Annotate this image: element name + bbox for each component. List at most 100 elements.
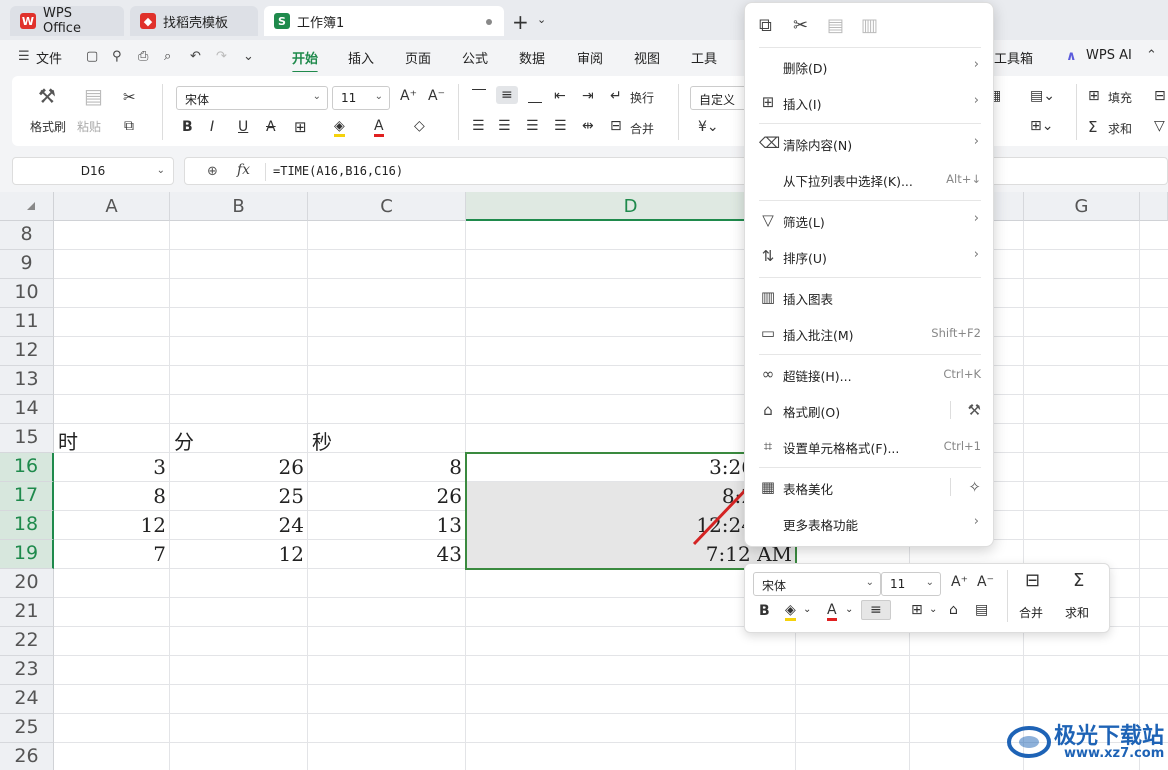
magic-wand-icon[interactable]: ✧ (968, 478, 981, 496)
save-icon[interactable]: ▢ (86, 49, 98, 64)
menu-home[interactable]: 开始 (292, 48, 319, 74)
row-header[interactable]: 25 (0, 714, 54, 743)
formula-input[interactable]: ⊕ fx =TIME(A16,B16,C16) (184, 157, 1168, 185)
sum-label[interactable]: 求和 (1108, 120, 1132, 137)
menu-page[interactable]: 页面 (405, 48, 431, 67)
menu-file[interactable]: 文件 (36, 48, 62, 67)
align-right-icon[interactable]: ☰ (526, 118, 539, 134)
row-header[interactable]: 21 (0, 598, 54, 627)
row-header-selected[interactable]: 19 (0, 540, 54, 569)
filter-icon[interactable]: ▽ (1154, 118, 1165, 134)
cell-c16[interactable]: 8 (308, 453, 466, 482)
align-center-icon[interactable]: ☰ (498, 118, 511, 134)
row-header[interactable]: 9 (0, 250, 54, 279)
row-header[interactable]: 11 (0, 308, 54, 337)
paste-special-icon[interactable]: ▥ (861, 15, 878, 36)
menu-item-format-cells[interactable]: ⌗ 设置单元格格式(F)... Ctrl+1 (745, 429, 995, 463)
copy-icon[interactable]: ⧉ (124, 118, 134, 134)
cell-c15[interactable]: 秒 (308, 424, 466, 454)
clear-format-icon[interactable]: ◇ (414, 118, 425, 134)
distributed-icon[interactable]: ⇹ (582, 118, 594, 134)
tab-docer-templates[interactable]: ◆ 找稻壳模板 (130, 6, 258, 36)
font-color-icon[interactable]: A (374, 118, 384, 137)
zoom-icon[interactable]: ⊕ (207, 164, 218, 179)
cell-c19[interactable]: 43 (308, 540, 466, 569)
row-header[interactable]: 20 (0, 569, 54, 598)
cell-a15[interactable]: 时 (54, 424, 170, 454)
wrap-label[interactable]: 换行 (630, 89, 654, 106)
font-name-select[interactable]: 宋体 ⌄ (176, 86, 328, 110)
row-header[interactable]: 10 (0, 279, 54, 308)
print-preview-icon[interactable]: ⌕ (164, 49, 171, 64)
cell-b15[interactable]: 分 (170, 424, 308, 454)
paste-icon[interactable]: ▤ (827, 15, 844, 36)
menu-item-insert[interactable]: ⊞ 插入(I) › (745, 85, 995, 119)
menu-item-delete[interactable]: 删除(D) › (745, 49, 995, 83)
align-bottom-icon[interactable]: ⎽ (528, 88, 542, 104)
decrease-font-icon[interactable]: A⁻ (428, 88, 445, 104)
row-header-selected[interactable]: 16 (0, 453, 54, 482)
bold-icon[interactable]: B (182, 119, 193, 135)
paste-icon[interactable]: ▤ (84, 84, 103, 108)
border-icon[interactable]: ⊞ (294, 118, 307, 136)
menu-review[interactable]: 审阅 (577, 48, 603, 67)
ribbon-more-icon[interactable]: ⊟ (1154, 88, 1166, 104)
chevron-down-icon[interactable]: ⌄ (537, 13, 546, 26)
column-header-g[interactable]: G (1024, 192, 1140, 221)
chevron-down-icon[interactable]: ⌄ (803, 604, 811, 615)
align-top-icon[interactable]: ⎺ (472, 88, 486, 104)
menu-formula[interactable]: 公式 (462, 48, 488, 67)
format-painter-label[interactable]: 格式刷 (30, 118, 66, 135)
mini-sum-label[interactable]: 求和 (1065, 604, 1089, 621)
mini-font-name-select[interactable]: 宋体 ⌄ (753, 572, 881, 596)
menu-item-filter[interactable]: ▽ 筛选(L) › (745, 203, 995, 237)
more-menu-icon[interactable]: ⌃ (1146, 48, 1157, 63)
underline-icon[interactable]: U (238, 119, 248, 135)
sum-icon[interactable]: Σ (1073, 570, 1084, 591)
copy-icon[interactable]: ⧉ (759, 15, 772, 36)
fill-color-icon[interactable]: ◈ (785, 602, 796, 621)
format-painter-icon[interactable]: ⚒ (38, 84, 56, 108)
menu-item-insert-chart[interactable]: ▥ 插入图表 (745, 280, 995, 314)
currency-icon[interactable]: ¥⌄ (698, 119, 719, 135)
share-icon[interactable]: ⚲ (112, 49, 122, 64)
column-header-c[interactable]: C (308, 192, 466, 221)
cell-b18[interactable]: 24 (170, 511, 308, 540)
row-header[interactable]: 12 (0, 337, 54, 366)
menu-toolbox[interactable]: 工具箱 (994, 48, 1033, 67)
quick-access-more-icon[interactable]: ⌄ (243, 49, 254, 64)
column-header-h[interactable] (1140, 192, 1168, 221)
row-col-icon[interactable]: ⊞⌄ (1030, 118, 1053, 134)
conditional-format-icon[interactable]: ▤⌄ (1030, 88, 1055, 104)
hamburger-menu-icon[interactable]: ☰ (18, 49, 30, 64)
tab-workbook[interactable]: S 工作簿1 (264, 6, 504, 36)
format-painter-icon[interactable]: ⚒ (968, 401, 981, 419)
row-header-selected[interactable]: 17 (0, 482, 54, 511)
cell-b19[interactable]: 12 (170, 540, 308, 569)
row-header[interactable]: 22 (0, 627, 54, 656)
font-size-select[interactable]: 11 ⌄ (332, 86, 390, 110)
cell-a16[interactable]: 3 (54, 453, 170, 482)
redo-icon[interactable]: ↷ (216, 49, 227, 64)
menu-item-more-table-features[interactable]: 更多表格功能 › (745, 506, 995, 540)
menu-item-insert-comment[interactable]: ▭ 插入批注(M) Shift+F2 (745, 316, 995, 350)
tab-wps-office[interactable]: W WPS Office (10, 6, 124, 36)
select-all-corner[interactable] (0, 192, 54, 221)
italic-icon[interactable]: I (210, 119, 214, 135)
align-center-icon[interactable]: ≡ (861, 600, 891, 620)
format-painter-icon[interactable]: ⌂ (949, 602, 958, 618)
justify-icon[interactable]: ☰ (554, 118, 567, 134)
menu-item-format-painter[interactable]: ⌂ 格式刷(O) ⚒ (745, 393, 995, 427)
fill-color-icon[interactable]: ◈ (334, 118, 345, 137)
menu-item-clear-contents[interactable]: ⌫ 清除内容(N) › (745, 126, 995, 160)
decrease-font-icon[interactable]: A⁻ (977, 574, 994, 590)
cell-a19[interactable]: 7 (54, 540, 170, 569)
row-header[interactable]: 24 (0, 685, 54, 714)
bold-icon[interactable]: B (759, 603, 770, 619)
menu-item-pick-from-list[interactable]: 从下拉列表中选择(K)... Alt+↓ (745, 162, 995, 196)
cell-a18[interactable]: 12 (54, 511, 170, 540)
font-color-icon[interactable]: A (827, 602, 837, 621)
cell-a17[interactable]: 8 (54, 482, 170, 511)
name-box[interactable]: D16 ⌄ (12, 157, 174, 185)
menu-view[interactable]: 视图 (634, 48, 660, 67)
